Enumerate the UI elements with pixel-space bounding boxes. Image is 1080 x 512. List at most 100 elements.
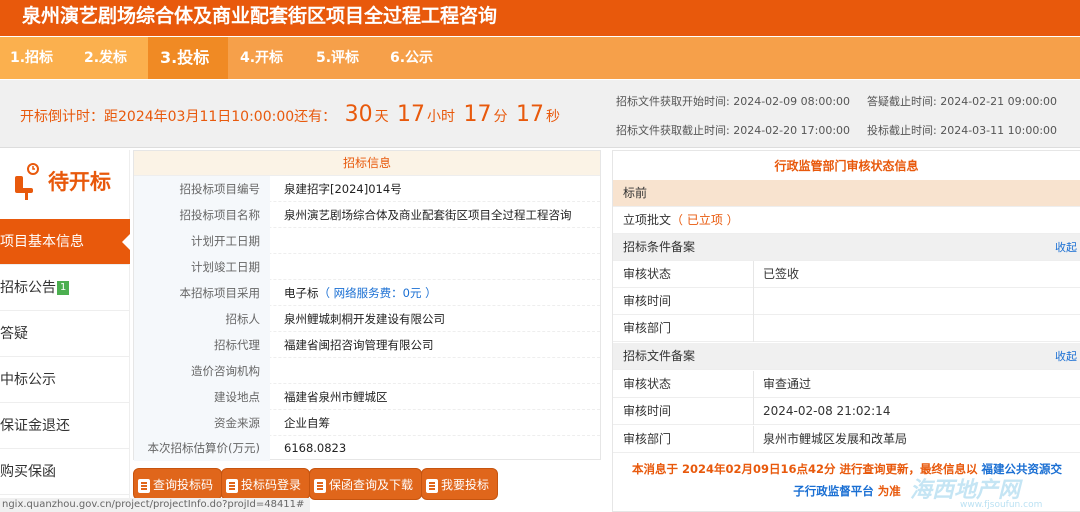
step-publicity[interactable]: 6.公示 — [380, 37, 456, 79]
menu-item-announcement[interactable]: 招标公告 1 — [0, 265, 130, 311]
info-row-project-name: 招投标项目名称 泉州演艺剧场综合体及商业配套街区项目全过程工程咨询 — [134, 202, 600, 228]
info-key: 计划竣工日期 — [134, 254, 270, 280]
step-bid-invite[interactable]: 1.招标 — [0, 37, 72, 79]
menu-label: 项目基本信息 — [0, 234, 84, 250]
countdown-seconds: 17 — [515, 102, 544, 127]
menu-item-winner-publicity[interactable]: 中标公示 — [0, 357, 130, 403]
announcement-count-badge: 1 — [57, 281, 70, 295]
info-key: 招标代理 — [134, 332, 270, 358]
sec1-row-status: 审核状态 已签收 — [613, 261, 1080, 288]
review-key: 审核状态 — [623, 267, 672, 281]
review-key: 审核部门 — [623, 432, 672, 446]
info-key: 招投标项目编号 — [134, 176, 270, 202]
info-row-bid-type: 本招标项目采用 电子标（ 网络服务费：0元 ） — [134, 280, 600, 306]
section-title: 招标文件备案 — [623, 349, 696, 363]
notice-tail: 为准 — [877, 484, 901, 498]
qa-end-value: 2024-02-21 09:00:00 — [940, 95, 1058, 108]
button-label: 投标码登录 — [241, 478, 302, 492]
service-fee: （ 网络服务费：0元 ） — [318, 286, 437, 300]
menu-label: 答疑 — [0, 326, 28, 342]
info-row-start-date: 计划开工日期 — [134, 228, 600, 254]
watermark-url: www.fjsoufun.com — [960, 500, 1043, 510]
menu-item-buy-guarantee[interactable]: 购买保函 — [0, 449, 130, 495]
qa-end-time: 答疑截止时间: 2024-02-21 09:00:00 — [867, 93, 1057, 109]
sec1-row-time: 审核时间 — [613, 288, 1080, 315]
progress-steps: 1.招标 2.发标 3.投标 4.开标 5.评标 6.公示 — [0, 37, 1080, 79]
document-icon — [426, 478, 438, 493]
countdown-hours: 17 — [397, 102, 426, 127]
info-value: 福建省泉州市鲤城区 — [284, 390, 388, 404]
review-key: 审核时间 — [623, 294, 672, 308]
document-icon — [226, 478, 238, 493]
info-value: 泉州鲤城刺桐开发建设有限公司 — [284, 312, 445, 326]
seat-clock-icon — [15, 163, 39, 200]
bid-end-time: 投标截止时间: 2024-03-11 10:00:00 — [867, 122, 1057, 138]
info-row-fund-source: 资金来源 企业自筹 — [134, 410, 600, 436]
info-value: 福建省闽招咨询管理有限公司 — [284, 338, 434, 352]
menu-label: 招标公告 — [0, 280, 56, 296]
countdown-prefix: 开标倒计时：距2024年03月11日10:00:00还有： — [20, 109, 337, 125]
document-icon — [314, 478, 326, 493]
page-title: 泉州演艺剧场综合体及商业配套街区项目全过程工程咨询 — [0, 0, 1080, 36]
countdown-hours-unit: 小时 — [427, 109, 456, 125]
countdown-text: 开标倒计时：距2024年03月11日10:00:00还有： 30 天 17 小时 1… — [20, 102, 560, 127]
countdown-bar: 开标倒计时：距2024年03月11日10:00:00还有： 30 天 17 小时 1… — [0, 80, 1080, 148]
submit-bid-button[interactable]: 我要投标 — [421, 468, 499, 500]
menu-item-project-info[interactable]: 项目基本信息 — [0, 219, 131, 265]
info-row-end-date: 计划竣工日期 — [134, 254, 600, 280]
bid-end-label: 投标截止时间: — [867, 124, 937, 137]
info-value: 电子标（ 网络服务费：0元 ） — [284, 280, 437, 306]
bid-end-value: 2024-03-11 10:00:00 — [940, 124, 1058, 137]
step-opening[interactable]: 4.开标 — [228, 37, 304, 79]
bid-code-login-button[interactable]: 投标码登录 — [221, 468, 311, 500]
step-evaluation[interactable]: 5.评标 — [304, 37, 380, 79]
doc-start-label: 招标文件获取开始时间: — [616, 95, 730, 108]
doc-end-value: 2024-02-20 17:00:00 — [733, 124, 851, 137]
button-label: 查询投标码 — [153, 478, 214, 492]
qa-end-label: 答疑截止时间: — [867, 95, 937, 108]
doc-start-time: 招标文件获取开始时间: 2024-02-09 08:00:00 — [616, 93, 850, 109]
info-row-project-no: 招投标项目编号 泉建招字[2024]014号 — [134, 176, 600, 202]
menu-item-qa[interactable]: 答疑 — [0, 311, 130, 357]
menu-item-deposit-refund[interactable]: 保证金退还 — [0, 403, 130, 449]
info-key: 资金来源 — [134, 410, 270, 436]
info-value: 6168.0823 — [284, 441, 347, 455]
active-arrow-icon — [122, 233, 131, 251]
bid-info-header: 招标信息 — [134, 151, 600, 176]
guarantee-query-button[interactable]: 保函查询及下载 — [309, 468, 423, 500]
approval-label-text: 立项批文 — [623, 213, 672, 227]
query-bid-code-button[interactable]: 查询投标码 — [133, 468, 223, 500]
step-issue[interactable]: 2.发标 — [72, 37, 148, 79]
review-header: 行政监管部门审核状态信息 — [613, 151, 1080, 181]
status-label: 待开标 — [48, 170, 111, 194]
step-bidding[interactable]: 3.投标 — [148, 37, 228, 79]
doc-end-time: 招标文件获取截止时间: 2024-02-20 17:00:00 — [616, 122, 850, 138]
collapse-link[interactable]: 收起 — [1055, 234, 1077, 261]
countdown-minutes-unit: 分 — [493, 109, 508, 125]
section-bid-documents: 招标文件备案 收起 — [613, 343, 1080, 370]
menu-label: 中标公示 — [0, 372, 56, 388]
info-key: 计划开工日期 — [134, 228, 270, 254]
info-key: 造价咨询机构 — [134, 358, 270, 384]
doc-start-value: 2024-02-09 08:00:00 — [733, 95, 851, 108]
review-value: 泉州市鲤城区发展和改革局 — [763, 432, 908, 446]
sec2-row-time: 审核时间 2024-02-08 21:02:14 — [613, 398, 1080, 425]
collapse-link[interactable]: 收起 — [1055, 343, 1077, 370]
countdown-seconds-unit: 秒 — [545, 109, 560, 125]
approval-label: 立项批文（ 已立项 ） — [623, 207, 739, 234]
info-row-tenderer: 招标人 泉州鲤城刺桐开发建设有限公司 — [134, 306, 600, 332]
approval-status: （ 已立项 ） — [671, 213, 739, 227]
section-title: 招标条件备案 — [623, 240, 696, 254]
left-menu: 待开标 项目基本信息 招标公告 1 答疑 中标公示 保证金退还 购买保函 — [0, 150, 131, 512]
bid-type-value: 电子标 — [284, 286, 319, 300]
info-row-estimated-price: 本次招标估算价(万元) 6168.0823 — [134, 435, 600, 461]
countdown-days: 30 — [344, 102, 373, 127]
approval-row: 立项批文（ 已立项 ） — [613, 207, 1080, 234]
bid-info-panel: 招标信息 招投标项目编号 泉建招字[2024]014号 招投标项目名称 泉州演艺剧场… — [133, 150, 601, 461]
info-key: 建设地点 — [134, 384, 270, 410]
countdown-minutes: 17 — [463, 102, 492, 127]
review-value: 已签收 — [763, 267, 800, 281]
supervision-platform-link[interactable]: 子行政监督平台 — [793, 484, 874, 498]
info-key: 招投标项目名称 — [134, 202, 270, 228]
menu-label: 保证金退还 — [0, 418, 70, 434]
